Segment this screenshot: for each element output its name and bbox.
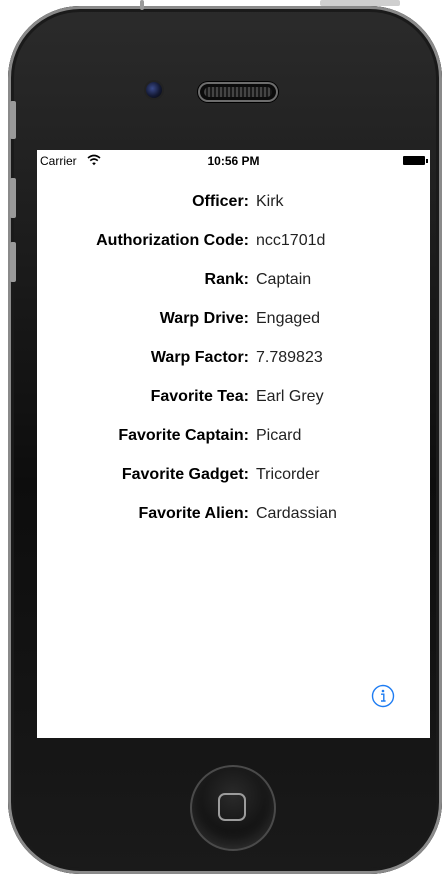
sleep-wake-button[interactable] [320, 0, 400, 6]
field-label: Authorization Code: [96, 232, 249, 249]
row-favorite-alien: Favorite Alien: Cardassian [37, 502, 430, 541]
field-value: 7.789823 [256, 349, 323, 366]
row-rank: Rank: Captain [37, 268, 430, 307]
field-value: Earl Grey [256, 388, 324, 405]
row-favorite-gadget: Favorite Gadget: Tricorder [37, 463, 430, 502]
row-warp-drive: Warp Drive: Engaged [37, 307, 430, 346]
field-label: Officer: [192, 193, 249, 210]
field-value: ncc1701d [256, 232, 326, 249]
field-value: Captain [256, 271, 312, 288]
sleep-button-edge [140, 0, 144, 10]
row-authorization-code: Authorization Code: ncc1701d [37, 229, 430, 268]
field-value: Engaged [256, 310, 321, 327]
earpiece-speaker [198, 82, 278, 102]
field-label: Favorite Gadget: [121, 466, 249, 483]
row-favorite-captain: Favorite Captain: Picard [37, 424, 430, 463]
field-value: Cardassian [256, 505, 337, 522]
field-label: Rank: [204, 271, 249, 288]
front-camera [146, 82, 162, 98]
home-square-icon [218, 793, 246, 821]
row-favorite-tea: Favorite Tea: Earl Grey [37, 385, 430, 424]
status-bar: Carrier 10:56 PM [37, 150, 430, 172]
row-warp-factor: Warp Factor: 7.789823 [37, 346, 430, 385]
settings-list: Officer: Kirk Authorization Code: ncc170… [37, 190, 430, 541]
field-label: Favorite Alien: [138, 505, 249, 522]
volume-up-button[interactable] [10, 178, 16, 218]
field-label: Warp Drive: [159, 310, 249, 327]
battery-icon [403, 156, 428, 165]
status-time: 10:56 PM [207, 154, 260, 168]
row-officer: Officer: Kirk [37, 190, 430, 229]
field-label: Favorite Tea: [150, 388, 249, 405]
field-value: Picard [256, 427, 302, 444]
info-icon[interactable] [371, 684, 395, 708]
field-label: Favorite Captain: [118, 427, 249, 444]
mute-switch[interactable] [10, 101, 16, 139]
home-button[interactable] [190, 765, 276, 851]
volume-down-button[interactable] [10, 242, 16, 282]
field-value: Kirk [256, 193, 284, 210]
app-screen: Carrier 10:56 PM Officer: Kirk Authoriza… [37, 150, 430, 738]
field-value: Tricorder [256, 466, 320, 483]
field-label: Warp Factor: [150, 349, 249, 366]
